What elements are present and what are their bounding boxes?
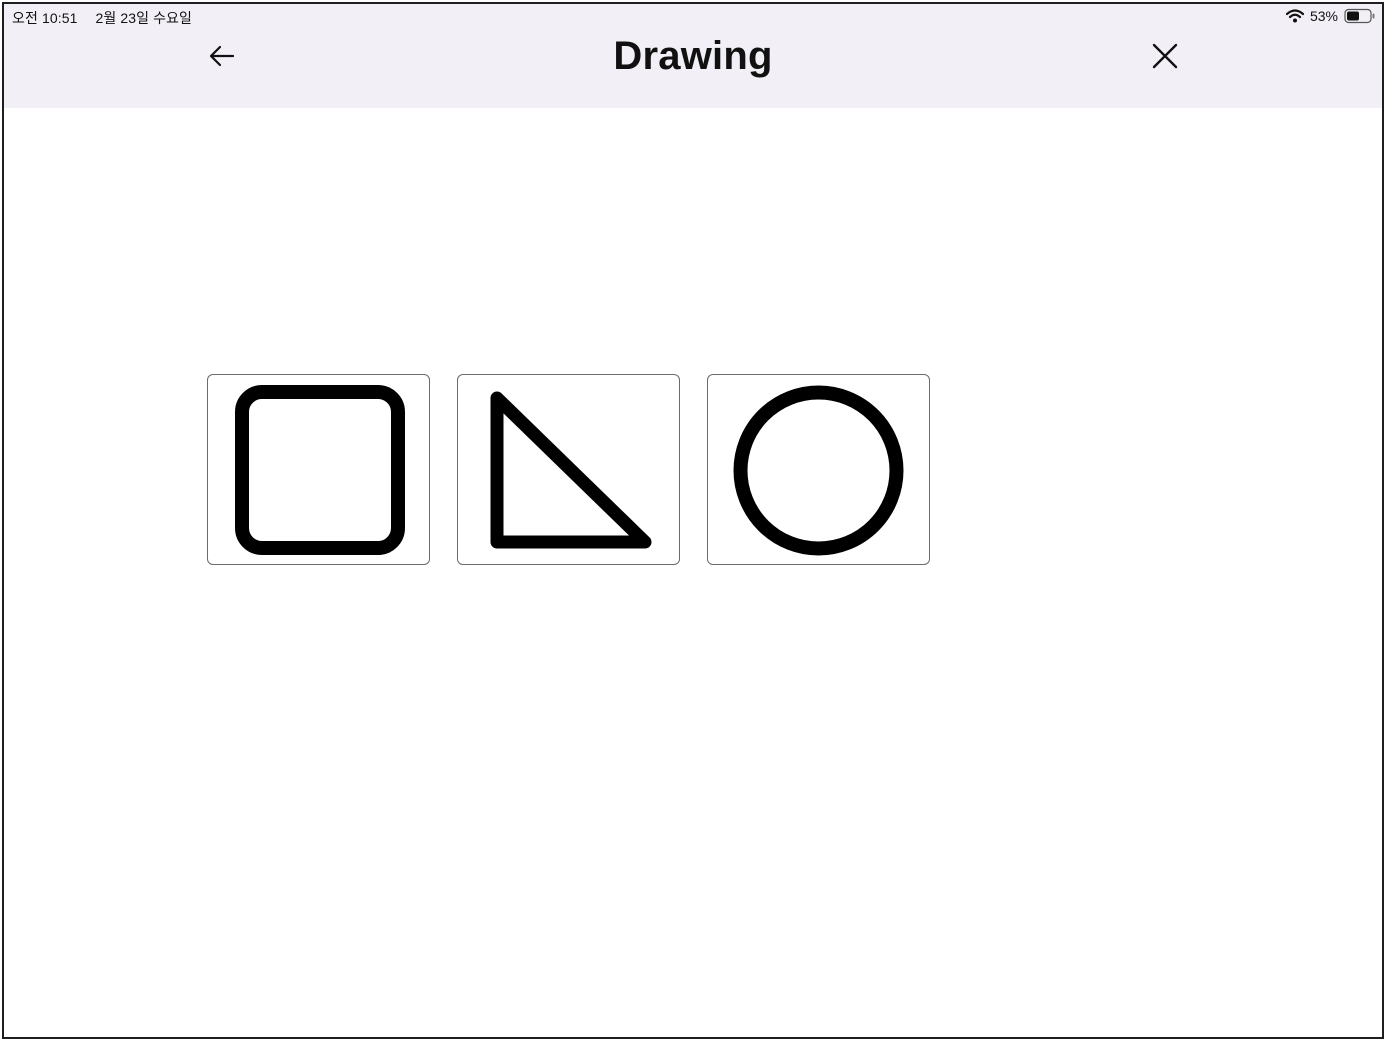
square-icon — [235, 385, 405, 555]
header-bar: 오전 10:51 2월 23일 수요일 53% Drawing — [4, 4, 1382, 108]
status-date: 2월 23일 수요일 — [95, 10, 193, 26]
triangle-shape-button[interactable] — [457, 374, 680, 565]
app-window: 오전 10:51 2월 23일 수요일 53% Drawing — [2, 2, 1384, 1039]
circle-icon — [733, 385, 904, 556]
battery-icon — [1344, 8, 1376, 24]
square-shape-button[interactable] — [207, 374, 430, 565]
status-bar-left: 오전 10:51 2월 23일 수요일 — [12, 8, 192, 28]
circle-shape-button[interactable] — [707, 374, 930, 565]
wifi-icon — [1285, 9, 1304, 23]
close-button[interactable] — [1145, 38, 1185, 78]
status-bar-right: 53% — [1285, 8, 1376, 24]
battery-percent: 53% — [1309, 8, 1338, 24]
status-time: 오전 10:51 — [12, 10, 78, 26]
close-icon — [1150, 41, 1180, 76]
triangle-icon — [490, 391, 652, 549]
